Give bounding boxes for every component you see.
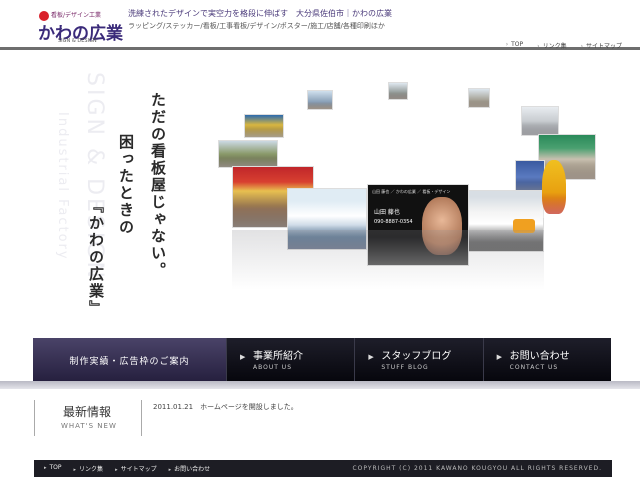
nav-contact-us-label: お問い合わせ [509,351,570,362]
top-nav-top[interactable]: TOP [506,41,523,50]
photo-building-right [521,106,559,136]
nav-arrow-icon: ▶ [496,353,503,361]
footer-nav: TOP リンク集 サイトマップ お問い合わせ [44,464,211,473]
nav-staff-blog[interactable]: ▶ スタッフブログ STUFF BLOG [354,338,482,382]
hero-banner: SIGN & DESIGN Industrial Factory ただの看板屋じ… [0,52,640,342]
news-subtitle: WHAT'S NEW [61,422,117,430]
photo-street [218,140,278,168]
footer-nav-links[interactable]: リンク集 [74,464,103,473]
logo-sign-text: SIGN & DESIGN [58,38,97,44]
photo-shop-sign [244,114,284,138]
nav-group: ▶ 事業所紹介 ABOUT US ▶ スタッフブログ STUFF BLOG ▶ … [226,338,611,382]
nav-works-ad-info[interactable]: 制作実績・広告枠のご案内 [33,338,226,382]
photo-mascot [540,160,570,218]
photo-building-top [468,88,490,108]
footer-nav-sitemap[interactable]: サイトマップ [115,464,157,473]
site-logo[interactable]: 看板/デザイン工業 かわの広業 SIGN & DESIGN [36,5,124,45]
news-item[interactable]: 2011.01.21 ホームページを開設しました。 [153,402,298,412]
nav-staff-blog-sublabel: STUFF BLOG [381,364,429,371]
nav-staff-blog-label: スタッフブログ [381,351,452,362]
hero-catch-line-1: ただの看板屋じゃない。 [149,92,167,279]
header-tagline-services: ラッピング/ステッカー/看板/工事看板/デザイン/ポスター/施工/店舗/各種印刷… [128,22,385,30]
top-nav-sitemap[interactable]: サイトマップ [581,41,622,50]
top-nav-links[interactable]: リンク集 [537,41,567,50]
card-phone: 090-8887-0354 [374,219,413,225]
site-footer: TOP リンク集 サイトマップ お問い合わせ COPYRIGHT (C) 201… [34,460,612,477]
footer-nav-contact[interactable]: お問い合わせ [169,464,210,473]
nav-about-us[interactable]: ▶ 事業所紹介 ABOUT US [226,338,354,382]
collage-reflection [232,230,544,290]
nav-arrow-icon: ▶ [240,353,246,361]
news-title: 最新情報 [63,405,112,419]
mascot-icon [542,160,566,214]
hero-catch-line-3: 『かわの広業』 [87,198,105,317]
site-header: 看板/デザイン工業 かわの広業 SIGN & DESIGN 洗練されたデザインで… [0,0,640,50]
nav-arrow-icon: ▶ [368,353,374,361]
hero-bg-subtext: Industrial Factory [55,112,70,261]
card-name: 山田 藤也 [374,209,400,216]
hero-catch-line-2: 困ったときの [117,134,135,236]
news-heading-box: 最新情報 WHAT'S NEW [34,400,142,436]
photo-storefront-small [307,90,333,110]
photo-roadside-sign [388,82,408,100]
main-nav: 制作実績・広告枠のご案内 ▶ 事業所紹介 ABOUT US ▶ スタッフブログ … [33,338,611,382]
copyright: COPYRIGHT (C) 2011 KAWANO KOUGYOU ALL RI… [352,465,602,472]
header-tagline: 洗練されたデザインで実空力を格段に伸ばす 大分県佐伯市｜かわの広業 [128,9,392,18]
nav-contact-us[interactable]: ▶ お問い合わせ CONTACT US [482,338,611,382]
nav-about-us-label: 事業所紹介 [253,351,303,362]
nav-underbar [0,381,640,389]
nav-about-us-sublabel: ABOUT US [253,364,293,371]
footer-nav-top[interactable]: TOP [44,464,62,473]
logo-small-text: 看板/デザイン工業 [51,12,102,19]
top-nav: TOP リンク集 サイトマップ [506,41,622,50]
nav-contact-us-sublabel: CONTACT US [509,364,559,371]
